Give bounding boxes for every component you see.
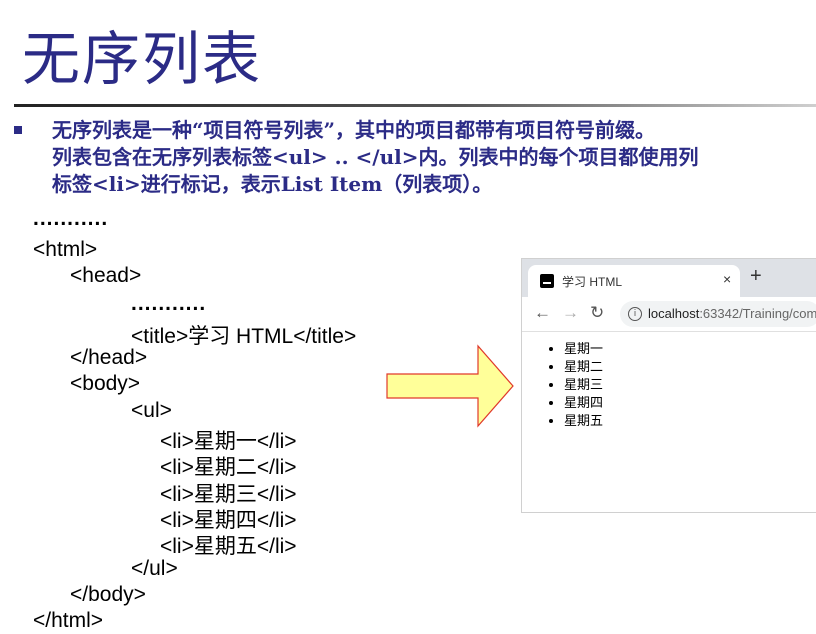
tab-title: 学习 HTML — [562, 275, 623, 289]
code-line: <title>学习 HTML</title> — [131, 325, 357, 348]
title-divider — [14, 104, 816, 107]
intellij-icon — [540, 274, 554, 288]
address-bar[interactable]: i localhost:63342/Training/com — [620, 301, 816, 327]
forward-button[interactable]: → — [562, 303, 579, 323]
new-tab-button[interactable]: + — [750, 265, 762, 287]
list-item: 星期五 — [564, 412, 816, 430]
url-path: :63342/Training/com — [699, 306, 816, 321]
reload-button[interactable]: ↻ — [590, 303, 604, 323]
code-line: <html> — [33, 238, 98, 261]
code-ellipsis: ........... — [33, 207, 109, 230]
tab-bar: 学习 HTML × + — [522, 259, 816, 297]
description: 无序列表是一种“项目符号列表”，其中的项目都带有项目符号前缀。 列表包含在无序列… — [52, 117, 816, 198]
url-host: localhost — [648, 306, 700, 321]
code-line: <body> — [70, 372, 141, 395]
code-line: </ul> — [131, 557, 178, 580]
code-line: </body> — [70, 583, 146, 606]
description-line: 标签<li>进行标记，表示List Item（列表项）。 — [52, 172, 493, 196]
code-line: <head> — [70, 264, 142, 287]
description-line: 列表包含在无序列表标签<ul> .. </ul>内。列表中的每个项目都使用列 — [52, 145, 699, 169]
code-ellipsis: ........... — [131, 292, 207, 315]
list-item: 星期二 — [564, 358, 816, 376]
page-title: 无序列表 — [22, 25, 263, 93]
browser-toolbar: ← → ↻ i localhost:63342/Training/com — [522, 297, 816, 332]
code-line: <li>星期二</li> — [160, 456, 297, 479]
browser-tab[interactable]: 学习 HTML × — [528, 265, 740, 297]
close-icon[interactable]: × — [723, 271, 731, 287]
code-line: <li>星期五</li> — [160, 535, 297, 558]
back-button[interactable]: ← — [534, 303, 551, 323]
description-line: 无序列表是一种“项目符号列表”，其中的项目都带有项目符号前缀。 — [52, 118, 656, 142]
list-item: 星期四 — [564, 394, 816, 412]
right-arrow-icon — [386, 344, 514, 428]
url-text: localhost:63342/Training/com — [648, 306, 816, 321]
list-item: 星期三 — [564, 376, 816, 394]
code-line: </head> — [70, 346, 148, 369]
code-line: <ul> — [131, 399, 172, 422]
page-content: 星期一 星期二 星期三 星期四 星期五 — [522, 332, 816, 430]
list-item: 星期一 — [564, 340, 816, 358]
info-icon[interactable]: i — [628, 307, 642, 321]
code-line: </html> — [33, 609, 104, 632]
rendered-list: 星期一 星期二 星期三 星期四 星期五 — [522, 340, 816, 430]
bullet-square-icon — [14, 126, 22, 134]
browser-window: 学习 HTML × + ← → ↻ i localhost:63342/Trai… — [521, 258, 816, 513]
